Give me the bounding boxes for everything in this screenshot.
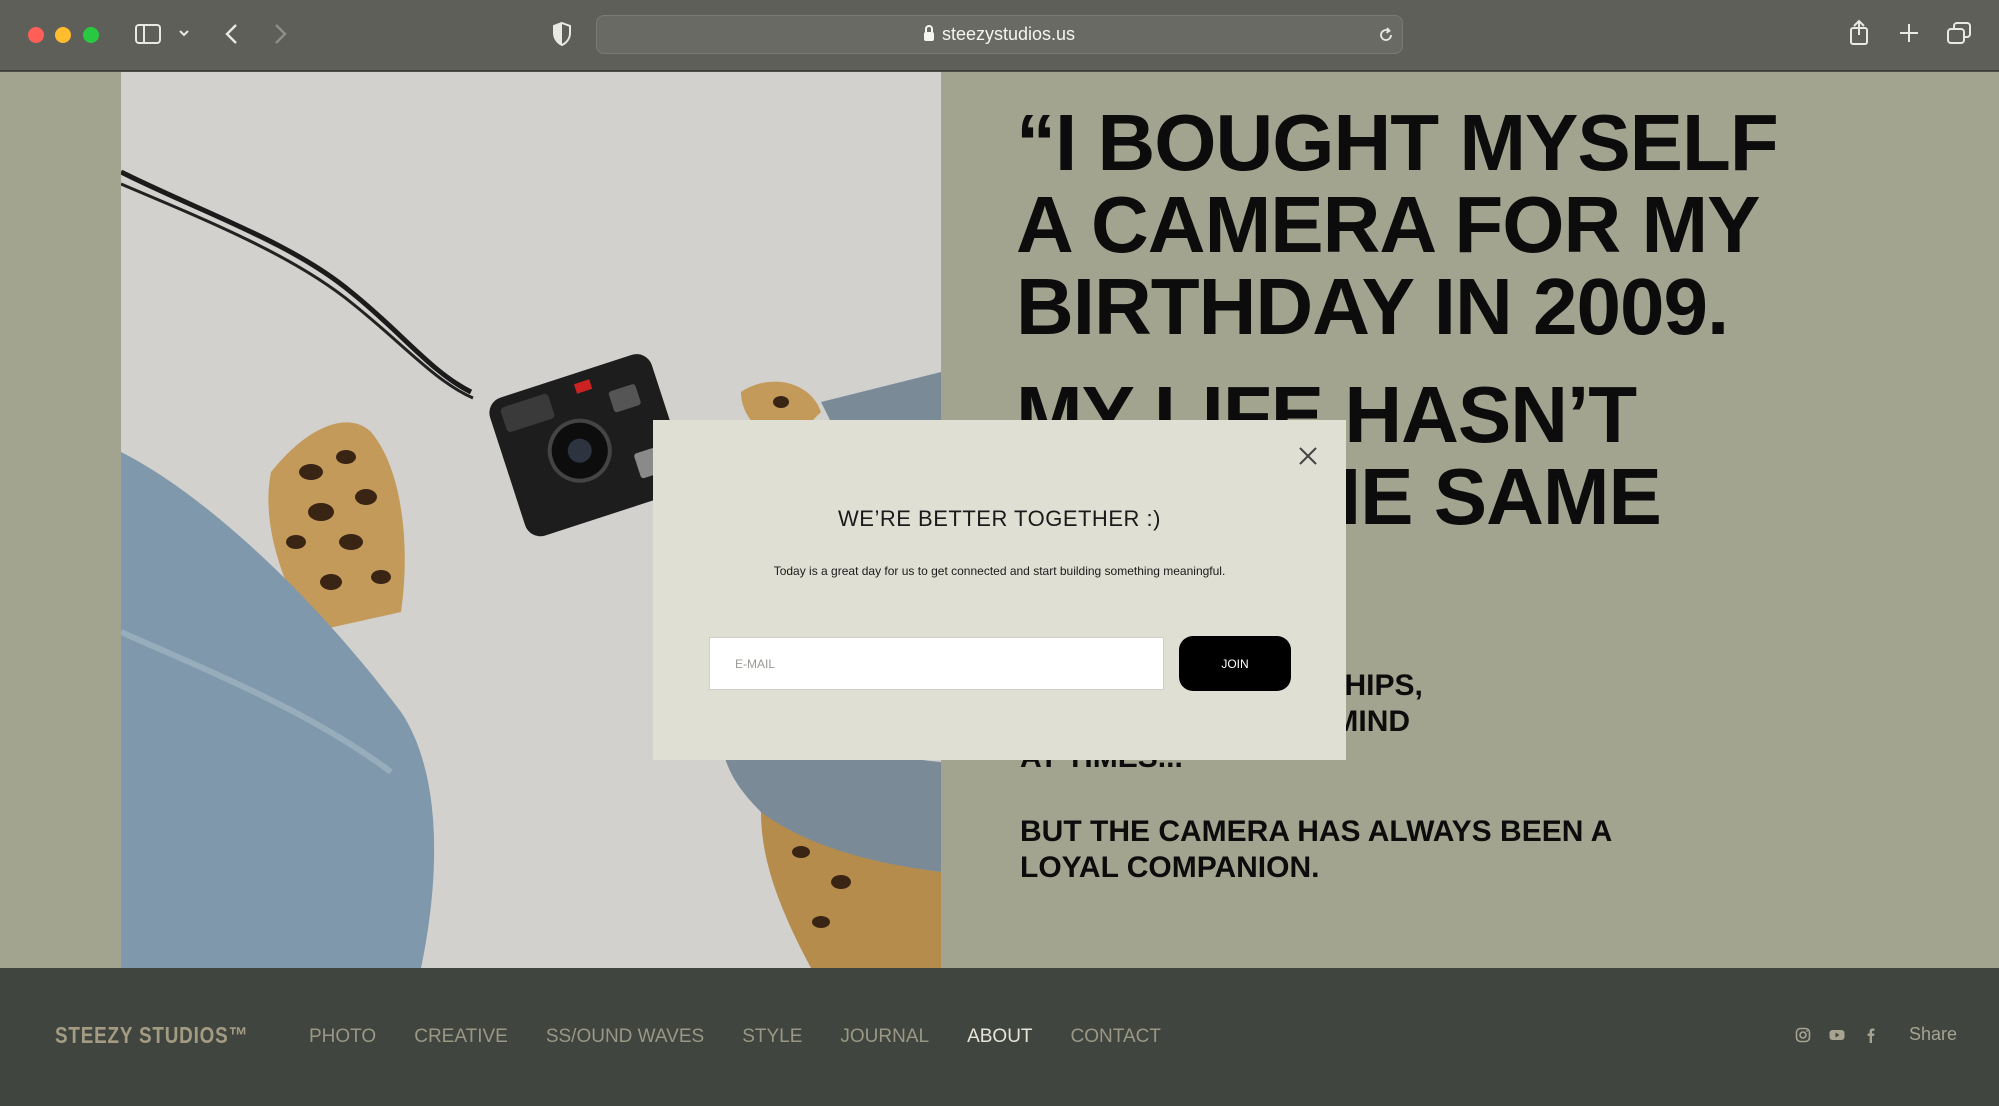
back-icon[interactable] — [222, 22, 242, 46]
nav-item-sound-waves[interactable]: SS/OUND WAVES — [546, 1026, 704, 1048]
nav-item-style[interactable]: STYLE — [742, 1026, 802, 1048]
nav-item-creative[interactable]: CREATIVE — [414, 1026, 508, 1048]
share-icon[interactable] — [1848, 18, 1870, 46]
modal-title: WE’RE BETTER TOGETHER :) — [838, 506, 1161, 531]
youtube-icon[interactable] — [1829, 1027, 1845, 1043]
shield-icon[interactable] — [551, 21, 573, 47]
url-text: steezystudios.us — [597, 16, 1402, 53]
email-field[interactable] — [709, 637, 1164, 690]
nav-item-contact[interactable]: CONTACT — [1071, 1026, 1161, 1048]
address-bar[interactable]: steezystudios.us — [596, 15, 1403, 54]
join-button[interactable]: JOIN — [1179, 636, 1291, 691]
reload-icon[interactable] — [1377, 26, 1395, 44]
brand-logo[interactable]: STEEZY STUDIOS™ — [55, 1022, 248, 1049]
footer-nav: PHOTO CREATIVE SS/OUND WAVES STYLE JOURN… — [309, 1026, 1161, 1048]
instagram-icon[interactable] — [1795, 1027, 1811, 1043]
close-window-button[interactable] — [28, 27, 44, 43]
browser-toolbar: steezystudios.us — [0, 0, 1999, 71]
zoom-window-button[interactable] — [83, 27, 99, 43]
tabs-overview-icon[interactable] — [1946, 21, 1972, 45]
nav-item-photo[interactable]: PHOTO — [309, 1026, 376, 1048]
minimize-window-button[interactable] — [55, 27, 71, 43]
chevron-down-icon[interactable] — [177, 28, 191, 40]
new-tab-icon[interactable] — [1898, 22, 1920, 44]
social-links: Share — [1795, 1024, 1957, 1045]
close-icon[interactable] — [1296, 444, 1320, 468]
sidebar-icon[interactable] — [134, 22, 162, 46]
nav-item-journal[interactable]: JOURNAL — [840, 1026, 929, 1048]
forward-icon[interactable] — [270, 22, 290, 46]
lock-icon — [923, 25, 934, 41]
share-link[interactable]: Share — [1909, 1024, 1957, 1045]
url-label: steezystudios.us — [941, 24, 1076, 44]
nav-item-about[interactable]: ABOUT — [967, 1026, 1032, 1048]
modal-subtitle: Today is a great day for us to get conne… — [773, 564, 1226, 578]
facebook-icon[interactable] — [1863, 1027, 1879, 1043]
newsletter-modal — [653, 420, 1346, 760]
